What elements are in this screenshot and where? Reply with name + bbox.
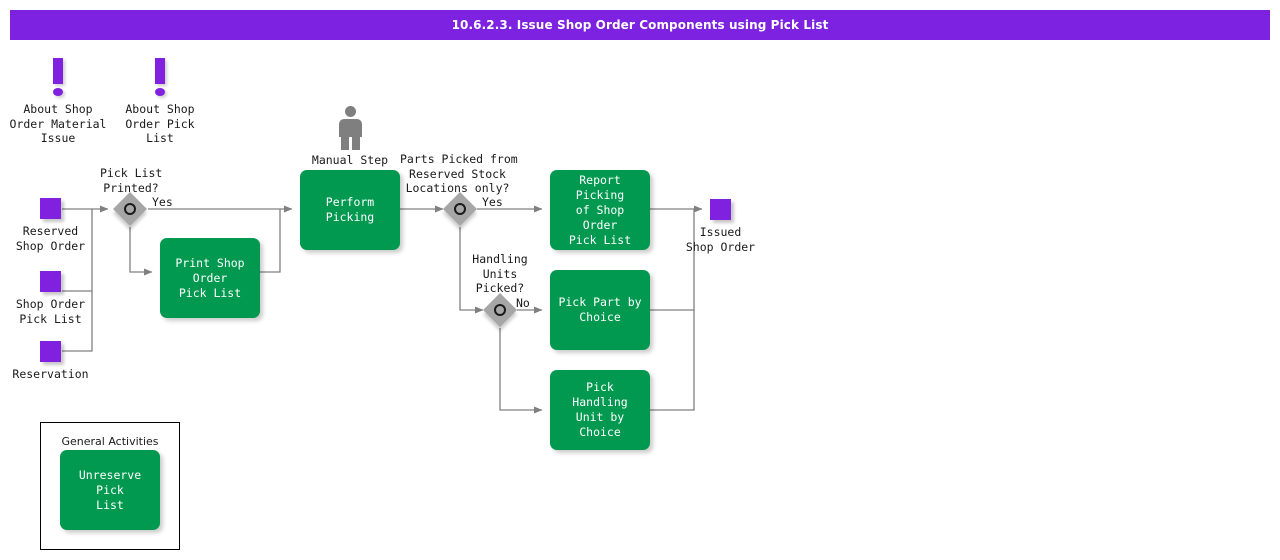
decision-parts-picked-reserved-label: Parts Picked from Reserved Stock Locatio… [400,152,518,195]
entity-label: Reservation [12,367,89,381]
branch-label-parts-picked-yes: Yes [482,195,503,209]
note-label: About Shop Order Material Issue [9,102,107,145]
entity-icon [40,271,61,292]
entity-issued-shop-order[interactable]: Issued Shop Order [686,199,755,254]
person-leg-left-icon [341,135,349,150]
activity-label: Perform Picking [325,195,375,224]
activity-report-picking[interactable]: Report Picking of Shop Order Pick List [550,170,650,250]
activity-print-shop-order-pick-list[interactable]: Print Shop Order Pick List [160,238,260,318]
entity-label: Reserved Shop Order [15,224,86,253]
exclamation-dot-icon [155,88,165,96]
process-flow-diagram: About Shop Order Material Issue About Sh… [0,0,1280,560]
decision-ring-icon [454,203,466,215]
decision-pick-list-printed[interactable] [113,192,147,226]
activity-perform-picking[interactable]: Perform Picking [300,170,400,250]
entity-icon [40,198,61,219]
note-label: About Shop Order Pick List [125,102,195,145]
entity-icon [40,341,61,362]
decision-parts-picked-reserved[interactable] [443,192,477,226]
decision-handling-units-picked[interactable] [483,293,517,327]
person-icon [345,106,356,117]
entity-label: Shop Order Pick List [15,297,86,326]
exclamation-icon [53,58,63,84]
activity-label: Report Picking of Shop Order Pick List [568,172,632,247]
activity-label: Pick Handling Unit by Choice [572,380,628,439]
general-activities-title: General Activities [61,435,159,448]
entity-reserved-shop-order[interactable]: Reserved Shop Order [16,198,85,253]
entity-icon [710,199,731,220]
branch-label-handling-units-no: No [516,296,530,310]
manual-step-label: Manual Step [311,153,389,167]
entity-label: Issued Shop Order [685,225,756,254]
activity-label: Print Shop Order Pick List [175,255,245,300]
activity-pick-part-by-choice[interactable]: Pick Part by Choice [550,270,650,350]
decision-pick-list-printed-label: Pick List Printed? [100,166,163,195]
exclamation-icon [155,58,165,84]
activity-label: Unreserve Pick List [78,467,142,512]
activity-pick-handling-unit-by-choice[interactable]: Pick Handling Unit by Choice [550,370,650,450]
entity-reservation[interactable]: Reservation [12,341,89,381]
decision-ring-icon [494,304,506,316]
activity-unreserve-pick-list[interactable]: Unreserve Pick List [60,450,160,530]
decision-handling-units-picked-label: Handling Units Picked? [472,252,528,295]
entity-shop-order-pick-list[interactable]: Shop Order Pick List [16,271,85,326]
branch-label-pick-list-printed-yes: Yes [152,195,173,209]
activity-label: Pick Part by Choice [558,295,642,324]
decision-ring-icon [124,203,136,215]
exclamation-dot-icon [53,88,63,96]
person-leg-right-icon [352,135,360,150]
